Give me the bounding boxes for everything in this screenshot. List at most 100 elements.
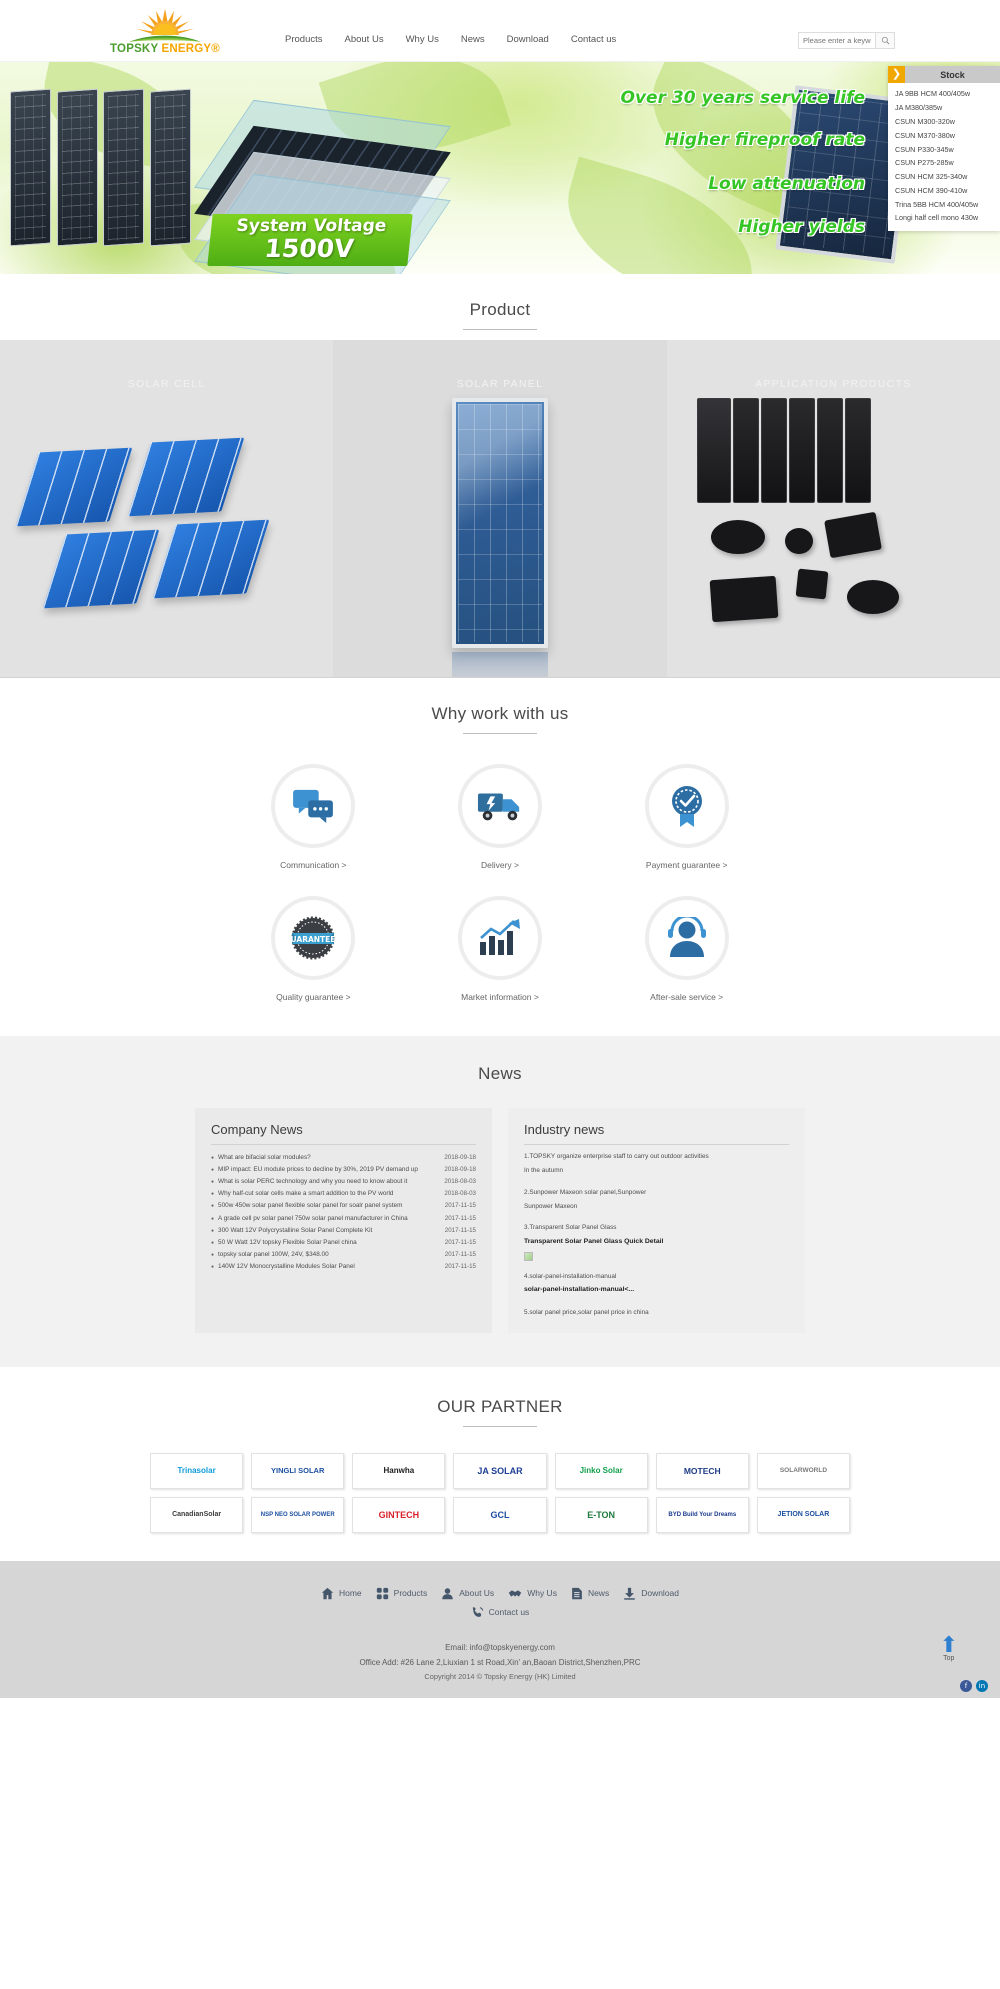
news-list-item[interactable]: ● MIP impact: EU module prices to decline… — [211, 1163, 476, 1175]
stock-item[interactable]: CSUN HCM 390-410w — [888, 183, 1000, 197]
partner-logo-yingli-solar[interactable]: YINGLI SOLAR — [251, 1452, 345, 1489]
partner-logo-motech[interactable]: MOTECH — [655, 1452, 749, 1489]
handshake-icon — [508, 1590, 522, 1597]
why-item-payment-guarantee[interactable]: Payment guarantee > — [593, 764, 780, 870]
logo-text-part1: TOPSKY — [110, 43, 162, 55]
partner-logo-trinasolar[interactable]: Trinasolar — [150, 1452, 244, 1489]
svg-text:GUARANTEED: GUARANTEED — [290, 935, 336, 944]
site-logo[interactable]: TOPSKY ENERGY® — [105, 6, 225, 62]
footer-link-home[interactable]: Home — [321, 1587, 362, 1600]
news-list-item[interactable]: ● 500w 450w solar panel flexible solar pa… — [211, 1200, 476, 1212]
stock-item[interactable]: CSUN HCM 325-340w — [888, 170, 1000, 184]
partner-label: Trinasolar — [177, 1466, 216, 1476]
partner-logo-solarworld[interactable]: SOLARWORLD — [756, 1452, 850, 1489]
product-card-solar-cell[interactable]: SOLAR CELL — [0, 340, 334, 677]
industry-news-line[interactable]: 1.TOPSKY organize enterprise staff to ca… — [524, 1151, 789, 1163]
stock-item[interactable]: CSUN P275-285w — [888, 156, 1000, 170]
stock-item[interactable]: CSUN M300-320w — [888, 115, 1000, 129]
nav-item-about-us[interactable]: About Us — [345, 34, 384, 45]
stock-item[interactable]: JA M380/385w — [888, 101, 1000, 115]
news-list-item[interactable]: ● topsky solar panel 100W, 24V, $348.00 20… — [211, 1249, 476, 1261]
page-title-why: Why work with us — [431, 704, 569, 723]
footer-link-contact-us[interactable]: Contact us — [471, 1606, 529, 1619]
footer-link-download[interactable]: Download — [623, 1587, 679, 1600]
industry-news-line[interactable]: 5.solar panel price,solar panel price in… — [524, 1307, 789, 1319]
company-news-list: ● What are bifacial solar modules? 2018-09… — [211, 1151, 476, 1273]
news-list-item[interactable]: ● Why half-cut solar cells make a smart a… — [211, 1188, 476, 1200]
product-card-application-products[interactable]: APPLICATION PRODUCTS — [666, 340, 1000, 677]
product-card-solar-panel[interactable]: SOLAR PANEL — [333, 340, 667, 677]
hero-banner: Over 30 years service life Higher firepr… — [0, 62, 1000, 274]
bullet-icon: ● — [211, 1178, 215, 1185]
partner-logo-gcl[interactable]: GCL — [453, 1496, 547, 1533]
news-item-date: 2017-11-15 — [444, 1226, 476, 1234]
nav-item-contact-us[interactable]: Contact us — [571, 34, 616, 45]
nav-item-why-us[interactable]: Why Us — [406, 34, 439, 45]
industry-news-line[interactable]: 2.Sunpower Maxeon solar panel,Sunpower — [524, 1187, 789, 1199]
why-item-market-information[interactable]: Market information > — [407, 896, 594, 1002]
footer-copyright: Copyright 2014 © Topsky Energy (HK) Limi… — [424, 1672, 576, 1682]
stock-item[interactable]: CSUN P330-345w — [888, 142, 1000, 156]
large-rect-panel-image — [709, 575, 779, 623]
stock-panel-title: Stock — [940, 69, 965, 80]
nav-item-news[interactable]: News — [461, 34, 485, 45]
partner-logo-jetion-solar[interactable]: JETION SOLAR — [756, 1496, 850, 1533]
news-item-title: 300 Watt 12V Polycrystalline Solar Panel… — [218, 1226, 373, 1234]
nav-item-download[interactable]: Download — [507, 34, 549, 45]
industry-news-line[interactable]: In the autumn — [524, 1165, 789, 1177]
stock-item[interactable]: JA 9BB HCM 400/405w — [888, 87, 1000, 101]
chat-bubbles-icon — [293, 789, 334, 824]
industry-news-line[interactable]: 4.solar-panel-installation-manual — [524, 1271, 789, 1283]
news-list-item[interactable]: ● 140W 12V Monocrystalline Modules Solar … — [211, 1261, 476, 1273]
stock-item[interactable]: Longi half cell mono 430w — [888, 211, 1000, 225]
industry-news-line[interactable]: Sunpower Maxeon — [524, 1201, 789, 1213]
partner-logo-nsp[interactable]: NSP NEO SOLAR POWER — [251, 1496, 345, 1533]
partner-logo-canadiansolar[interactable]: CanadianSolar — [150, 1496, 244, 1533]
footer-link-news[interactable]: News — [571, 1587, 609, 1600]
stock-panel: ❯ Stock JA 9BB HCM 400/405w JA M380/385w… — [888, 66, 1000, 231]
industry-news-line-bold[interactable]: Transparent Solar Panel Glass Quick Deta… — [524, 1236, 789, 1249]
bullet-icon: ● — [211, 1215, 215, 1222]
why-item-delivery[interactable]: Delivery > — [407, 764, 594, 870]
industry-news-line[interactable]: 3.Transparent Solar Panel Glass — [524, 1222, 789, 1234]
linkedin-icon[interactable]: in — [976, 1680, 988, 1693]
why-icon-wrap — [457, 764, 542, 848]
why-item-communication[interactable]: Communication > — [220, 764, 407, 870]
stock-item[interactable]: CSUN M370-380w — [888, 128, 1000, 142]
why-section: Why work with us Communication > Deliver… — [0, 678, 1000, 1036]
stock-item[interactable]: Trina 5BB HCM 400/405w — [888, 197, 1000, 211]
footer-link-products[interactable]: Products — [376, 1587, 427, 1600]
facebook-icon[interactable]: f — [960, 1680, 972, 1693]
footer-link-label: About Us — [459, 1588, 495, 1599]
industry-news-line-bold[interactable]: solar-panel-installation-manual<... — [524, 1284, 789, 1297]
partner-label: NSP NEO SOLAR POWER — [260, 1511, 335, 1518]
partner-logo-gintech[interactable]: GINTECH — [352, 1496, 446, 1533]
why-icon-wrap — [644, 896, 729, 980]
stock-toggle-arrow-icon[interactable]: ❯ — [888, 66, 905, 83]
solar-panel-reflection — [451, 652, 548, 677]
news-list-item[interactable]: ● 50 W Watt 12V topsky Flexible Solar Pan… — [211, 1236, 476, 1248]
broken-image-icon — [524, 1251, 533, 1261]
search-input[interactable] — [798, 32, 876, 49]
news-list-item[interactable]: ● What is solar PERC technology and why y… — [211, 1175, 476, 1187]
search-box — [798, 32, 895, 49]
partner-logo-hanwha[interactable]: Hanwha — [352, 1452, 446, 1489]
why-item-quality-guarantee[interactable]: GUARANTEED Quality guarantee > — [220, 896, 407, 1002]
partner-logo-byd[interactable]: BYD Build Your Dreams — [655, 1496, 749, 1533]
nav-item-products[interactable]: Products — [285, 34, 323, 45]
news-section: News Company News ● What are bifacial sol… — [0, 1036, 1000, 1367]
why-item-after-sale-service[interactable]: After-sale service > — [593, 896, 780, 1002]
footer-link-why-us[interactable]: Why Us — [508, 1587, 557, 1600]
partner-logo-ja-solar[interactable]: JA SOLAR — [453, 1452, 547, 1489]
partner-logo-jinko-solar[interactable]: Jinko Solar — [554, 1452, 648, 1489]
news-list-item[interactable]: ● A grade cell pv solar panel 750w solar … — [211, 1212, 476, 1224]
partners-section-title: OUR PARTNER — [0, 1389, 1000, 1437]
search-button[interactable] — [876, 32, 895, 49]
back-to-top-button[interactable]: ⬆ Top — [940, 1634, 958, 1662]
news-list-item[interactable]: ● 300 Watt 12V Polycrystalline Solar Pane… — [211, 1224, 476, 1236]
bullet-icon: ● — [211, 1264, 215, 1271]
company-news-card: Company News ● What are bifacial solar mo… — [195, 1108, 492, 1333]
news-list-item[interactable]: ● What are bifacial solar modules? 2018-09… — [211, 1151, 476, 1163]
partner-logo-e-ton[interactable]: E-TON — [554, 1496, 648, 1533]
footer-link-about-us[interactable]: About Us — [441, 1587, 494, 1600]
